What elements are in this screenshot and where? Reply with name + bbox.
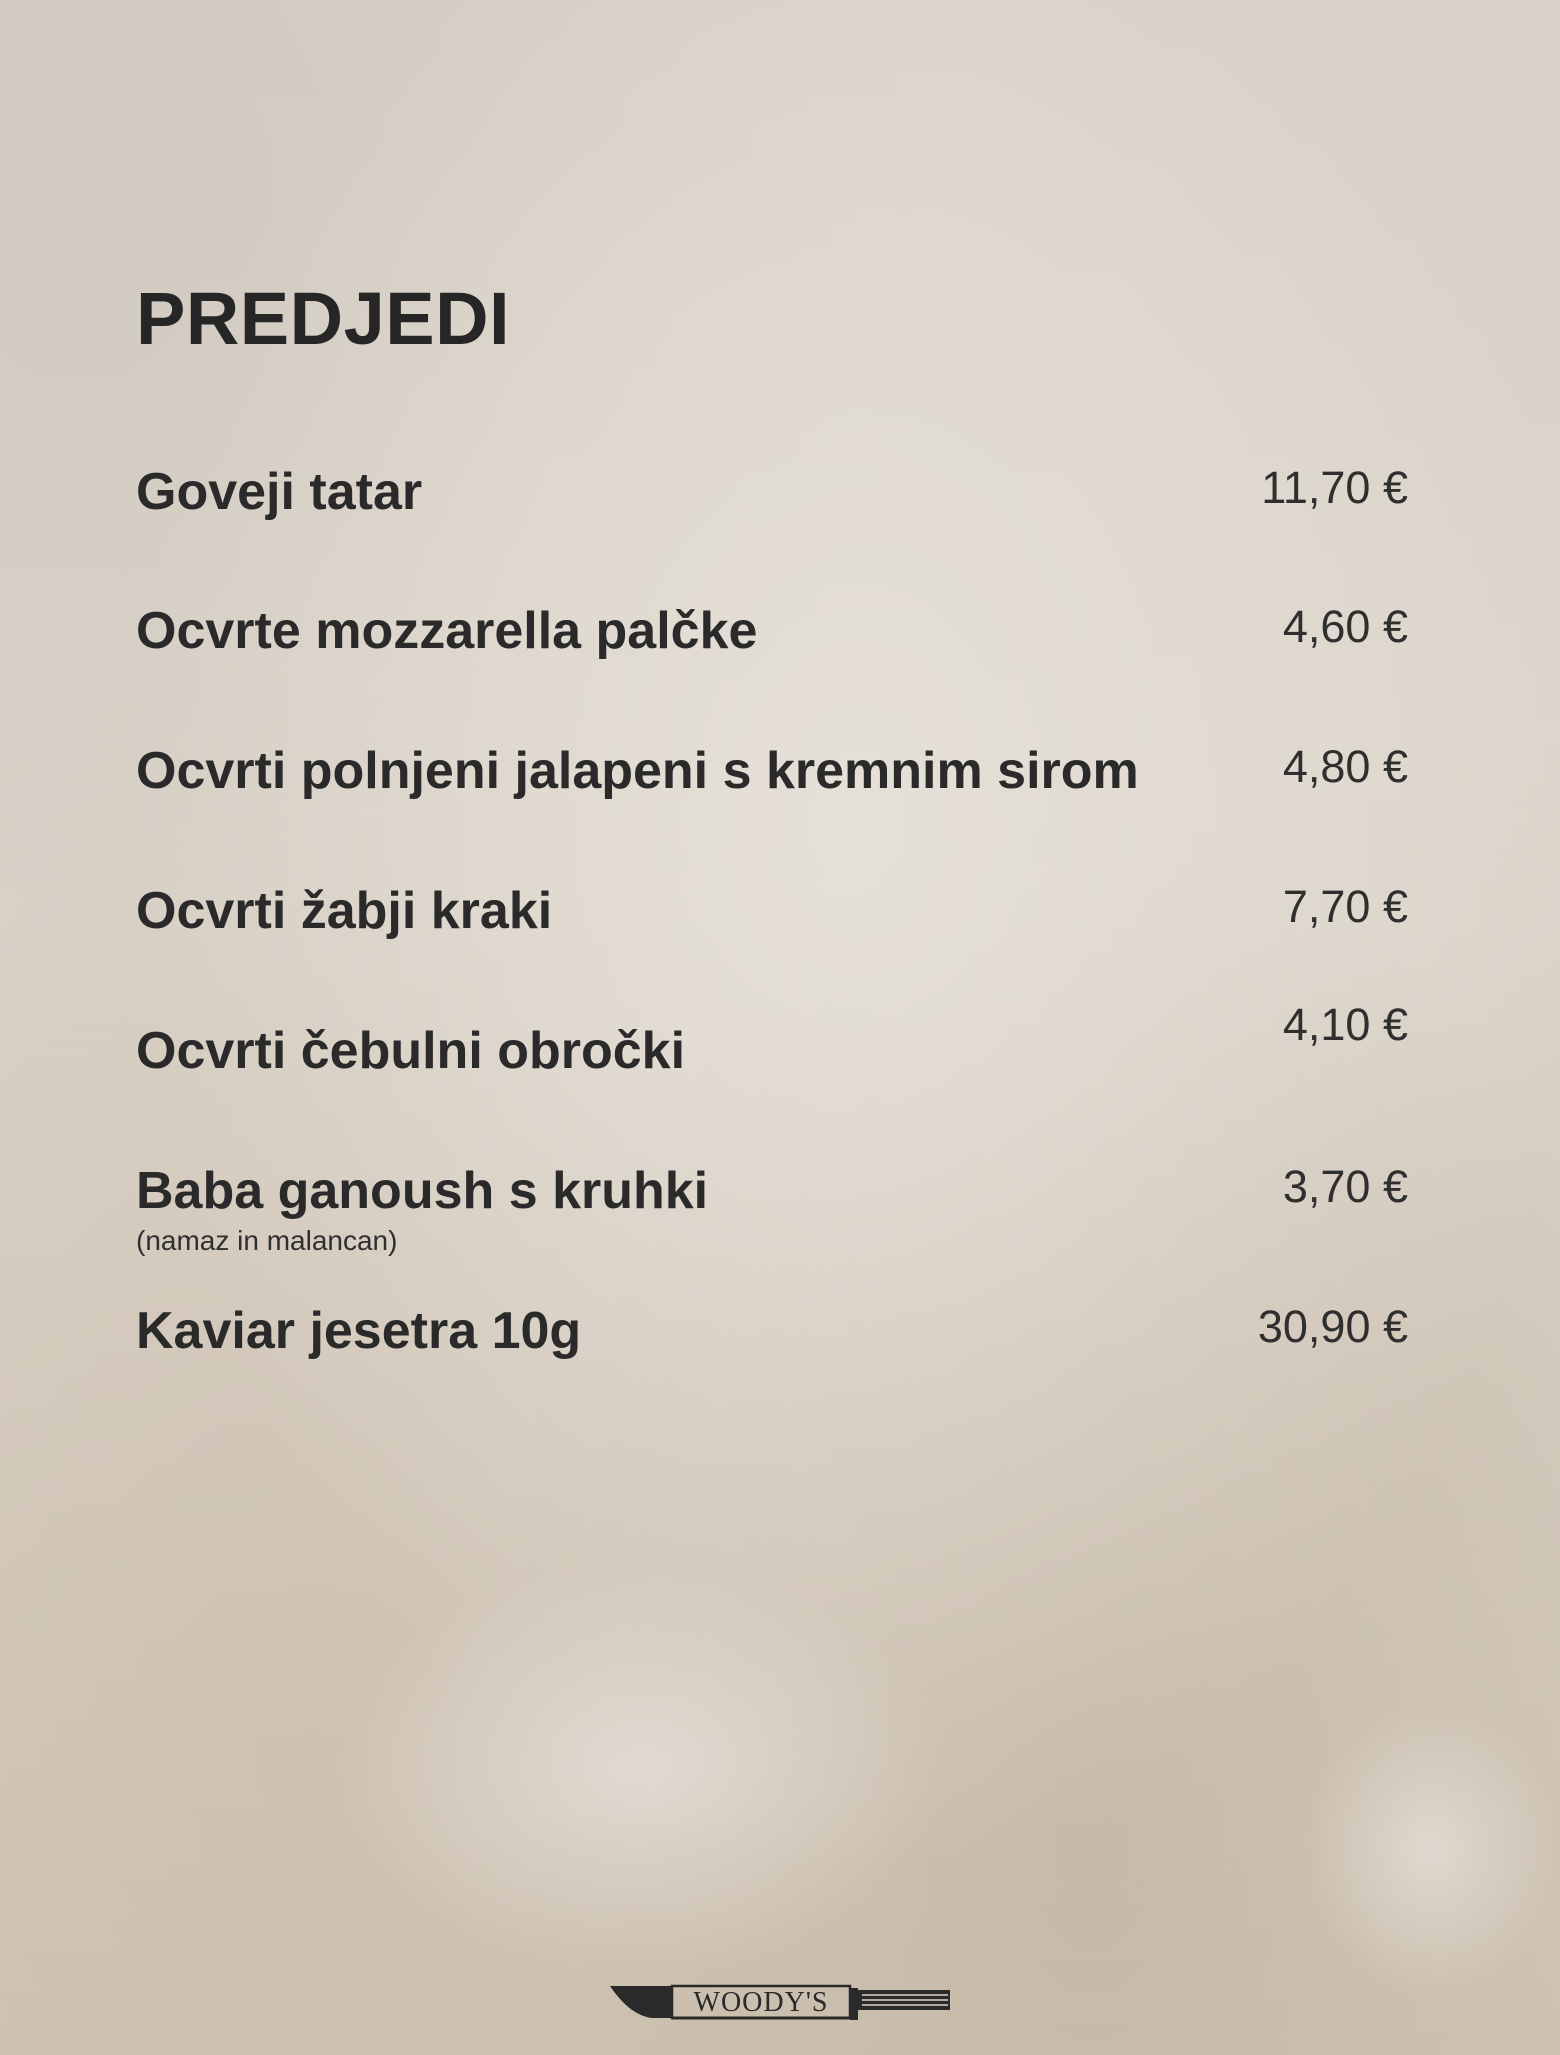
menu-item-kaviar: Kaviar jesetra 10g 30,90 € — [136, 1301, 1408, 1381]
item-name: Kaviar jesetra 10g — [136, 1302, 582, 1360]
item-price: 4,80 € — [1282, 741, 1408, 792]
item-price: 7,70 € — [1282, 881, 1408, 932]
knife-icon: WOODY'S — [610, 1984, 950, 2020]
menu-item-mozzarella: Ocvrte mozzarella palčke 4,60 € — [136, 601, 1408, 681]
item-price: 3,70 € — [1282, 1161, 1408, 1212]
item-note: (namaz in malancan) — [136, 1225, 398, 1256]
menu-item-goveji-tatar: Goveji tatar 11,70 € — [136, 462, 1408, 542]
item-price: 30,90 € — [1257, 1301, 1408, 1352]
menu-item-cebulni-obrocki: Ocvrti čebulni obročki 4,10 € — [136, 999, 1408, 1101]
item-name: Ocvrti polnjeni jalapeni s kremnim sirom — [136, 742, 1139, 800]
menu-item-baba-ganoush: Baba ganoush s kruhki (namaz in malancan… — [136, 1161, 1408, 1271]
item-name: Baba ganoush s kruhki — [136, 1162, 709, 1220]
logo-text: WOODY'S — [694, 1987, 829, 2018]
item-price: 4,10 € — [1282, 999, 1408, 1050]
menu-item-jalapeni: Ocvrti polnjeni jalapeni s kremnim sirom… — [136, 741, 1408, 821]
menu-item-zabji-kraki: Ocvrti žabji kraki 7,70 € — [136, 881, 1408, 961]
item-price: 4,60 € — [1282, 601, 1408, 652]
paper-stain — [1300, 1700, 1560, 2000]
item-price: 11,70 € — [1261, 462, 1408, 513]
item-name: Goveji tatar — [136, 463, 423, 521]
item-name: Ocvrte mozzarella palčke — [136, 602, 758, 660]
woodys-logo: WOODY'S — [608, 1982, 952, 2022]
item-name: Ocvrti žabji kraki — [136, 882, 553, 940]
item-name: Ocvrti čebulni obročki — [136, 1022, 686, 1080]
menu-heading: PREDJEDI — [136, 277, 511, 360]
